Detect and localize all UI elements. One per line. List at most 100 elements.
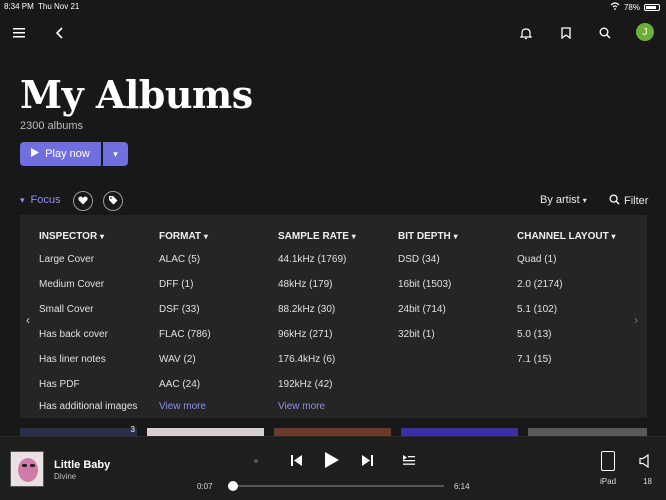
scroll-right-icon[interactable]: › [634, 313, 638, 327]
column-header-label: SAMPLE RATE [278, 231, 349, 242]
column-header[interactable]: CHANNEL LAYOUT ▾ [517, 231, 615, 247]
filter-option[interactable]: AAC (24) [159, 372, 211, 397]
status-date: Thu Nov 21 [38, 2, 80, 11]
filter-option[interactable]: Has PDF [39, 372, 137, 397]
filter-option[interactable]: Has liner notes [39, 347, 137, 372]
column-header[interactable]: BIT DEPTH ▾ [398, 231, 458, 247]
album-cover[interactable] [10, 451, 44, 487]
tag-filter-button[interactable] [103, 191, 123, 211]
filter-option[interactable]: ALAC (5) [159, 247, 211, 272]
focus-label: Focus [30, 194, 61, 206]
album-count: 2300 albums [20, 120, 83, 132]
album-thumbnail[interactable] [147, 428, 264, 436]
favorite-filter-button[interactable] [73, 191, 93, 211]
filter-option[interactable]: Has back cover [39, 322, 137, 347]
filter-option[interactable]: Has additional images [39, 397, 137, 417]
track-artist[interactable]: Divine [54, 472, 76, 481]
filter-option[interactable]: 2.0 (2174) [517, 272, 615, 297]
top-nav: J [0, 20, 666, 46]
view-more-link[interactable]: View more [278, 397, 356, 417]
filter-option[interactable]: Medium Cover [39, 272, 137, 297]
scroll-left-icon[interactable]: ‹ [26, 313, 30, 327]
filter-option[interactable]: 7.1 (15) [517, 347, 615, 372]
chevron-down-icon: ▾ [582, 196, 587, 205]
focus-toggle[interactable]: ▾ Focus [20, 194, 61, 206]
album-thumbnail[interactable]: 3 [20, 425, 137, 436]
filter-option[interactable]: 44.1kHz (1769) [278, 247, 356, 272]
filter-option[interactable]: 48kHz (179) [278, 272, 356, 297]
filter-button[interactable]: Filter [609, 194, 648, 208]
play-now-button[interactable]: Play now [20, 142, 101, 166]
column-header[interactable]: FORMAT ▾ [159, 231, 211, 247]
playback-indicator [252, 457, 260, 465]
filter-option[interactable]: 16bit (1503) [398, 272, 458, 297]
wifi-icon [610, 2, 620, 12]
now-playing-bar: Little Baby Divine 0:07 6:14 iPad 18 [0, 436, 666, 500]
inspector-panel: ‹ › INSPECTOR ▾ Large Cover Medium Cover… [20, 215, 647, 418]
previous-track-icon[interactable] [289, 453, 303, 467]
play-options-button[interactable]: ▾ [103, 142, 128, 166]
filter-option[interactable]: 5.0 (13) [517, 322, 615, 347]
avatar[interactable]: J [636, 23, 654, 41]
queue-icon[interactable] [402, 453, 416, 467]
filter-option[interactable]: Quad (1) [517, 247, 615, 272]
view-more-link[interactable]: View more [159, 397, 211, 417]
filter-option[interactable]: Large Cover [39, 247, 137, 272]
chevron-down-icon: ▾ [453, 232, 458, 241]
track-title[interactable]: Little Baby [54, 459, 110, 471]
filter-option[interactable]: Small Cover [39, 297, 137, 322]
menu-icon[interactable] [8, 22, 30, 44]
seek-handle[interactable] [228, 481, 239, 491]
album-thumbnail[interactable] [401, 428, 518, 436]
sort-dropdown[interactable]: By artist ▾ [540, 194, 587, 206]
filter-option[interactable]: FLAC (786) [159, 322, 211, 347]
column-header-label: CHANNEL LAYOUT [517, 231, 609, 242]
battery-icon [644, 3, 660, 11]
bit-depth-column: BIT DEPTH ▾ DSD (34) 16bit (1503) 24bit … [398, 231, 458, 347]
cover-art-eye [30, 464, 35, 467]
chevron-down-icon: ▾ [611, 232, 616, 241]
album-thumbnail[interactable] [274, 428, 391, 436]
filter-option[interactable]: WAV (2) [159, 347, 211, 372]
filter-option[interactable]: 32bit (1) [398, 322, 458, 347]
filter-option[interactable]: DSD (34) [398, 247, 458, 272]
play-now-label: Play now [45, 148, 90, 160]
total-time: 6:14 [454, 482, 470, 491]
status-bar: 8:34 PM Thu Nov 21 78% [0, 0, 666, 14]
album-thumbnail[interactable] [528, 428, 647, 436]
filter-option[interactable]: 5.1 (102) [517, 297, 615, 322]
chevron-down-icon: ▾ [113, 148, 118, 159]
column-header-label: FORMAT [159, 231, 202, 242]
album-grid: 3 [20, 425, 647, 436]
filter-option[interactable]: 176.4kHz (6) [278, 347, 356, 372]
cover-art-face [18, 458, 38, 482]
ipad-device-icon[interactable] [601, 451, 615, 471]
column-header[interactable]: INSPECTOR ▾ [39, 231, 137, 247]
seek-bar[interactable] [229, 485, 444, 487]
bell-icon[interactable] [515, 22, 537, 44]
search-icon[interactable] [594, 22, 616, 44]
sample-rate-column: SAMPLE RATE ▾ 44.1kHz (1769) 48kHz (179)… [278, 231, 356, 417]
filter-option[interactable]: 192kHz (42) [278, 372, 356, 397]
filter-option[interactable]: 24bit (714) [398, 297, 458, 322]
filter-option[interactable]: 96kHz (271) [278, 322, 356, 347]
status-time: 8:34 PM [4, 2, 34, 11]
column-header[interactable]: SAMPLE RATE ▾ [278, 231, 356, 247]
page-title: My Albums [20, 72, 253, 117]
back-icon[interactable] [48, 22, 70, 44]
search-icon [609, 194, 620, 208]
inspector-column: INSPECTOR ▾ Large Cover Medium Cover Sma… [39, 231, 137, 417]
sort-label: By artist [540, 194, 580, 206]
play-icon[interactable] [322, 450, 342, 470]
filter-option[interactable]: 88.2kHz (30) [278, 297, 356, 322]
bookmark-icon[interactable] [555, 22, 577, 44]
next-track-icon[interactable] [360, 453, 374, 467]
filter-option[interactable]: DSF (33) [159, 297, 211, 322]
chevron-down-icon: ▾ [203, 232, 208, 241]
battery-percent: 78% [623, 2, 640, 12]
volume-icon[interactable] [637, 453, 653, 469]
status-right: 78% [610, 2, 660, 12]
filter-option[interactable]: DFF (1) [159, 272, 211, 297]
play-icon [31, 148, 40, 160]
chevron-down-icon: ▾ [99, 232, 104, 241]
